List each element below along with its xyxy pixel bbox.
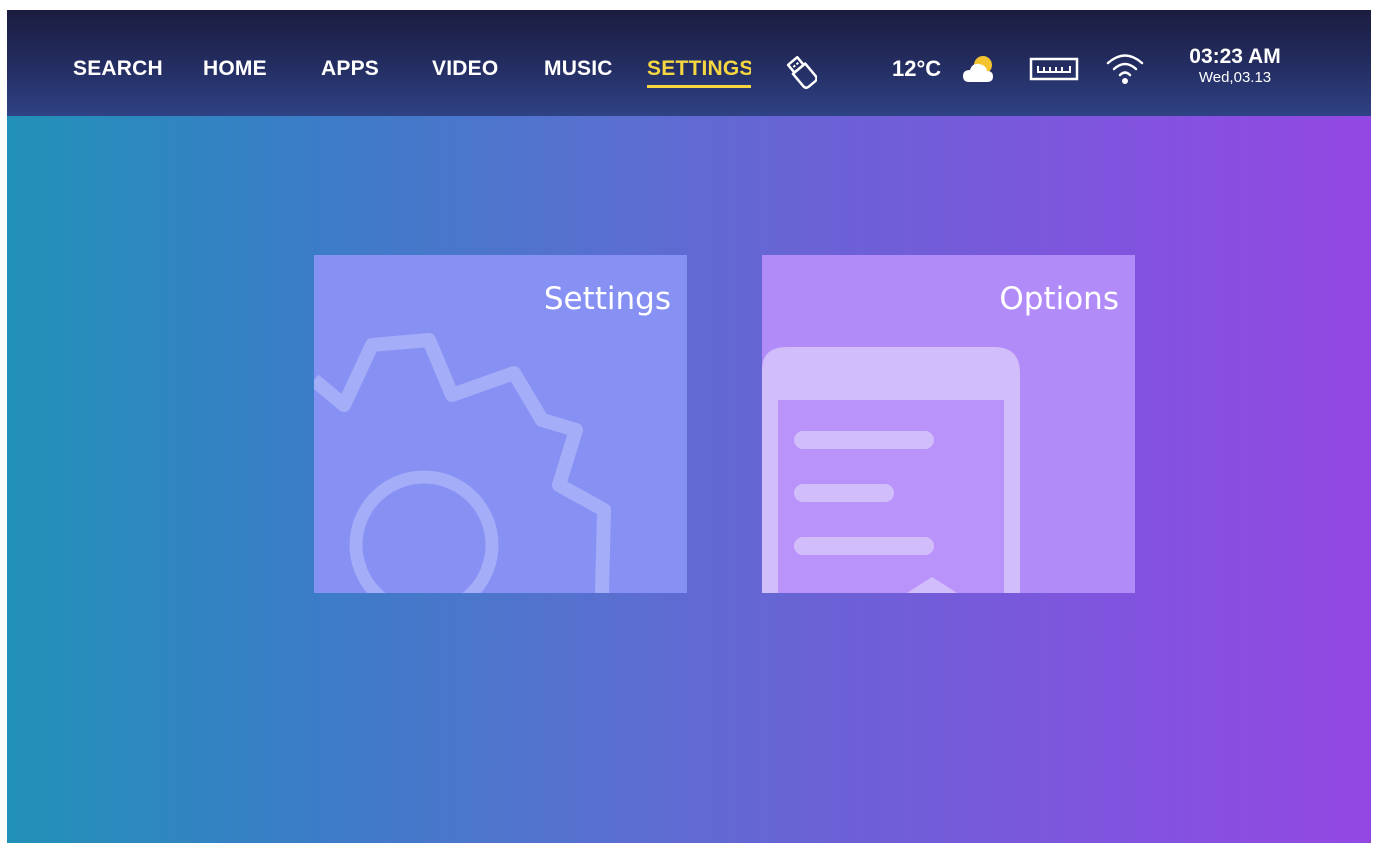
settings-tile[interactable]: Settings — [314, 255, 687, 593]
clock-date: Wed,03.13 — [1198, 69, 1272, 86]
launcher-screen: SEARCH HOME APPS VIDEO MUSIC SETTINGS 12… — [7, 10, 1371, 843]
settings-tile-title: Settings — [543, 281, 671, 317]
temperature: 12°C — [892, 56, 942, 81]
ethernet-port-icon — [1029, 57, 1079, 86]
nav-apps[interactable]: APPS — [321, 56, 379, 82]
wifi-icon — [1105, 48, 1145, 91]
options-tile[interactable]: Options — [762, 255, 1135, 593]
nav-video[interactable]: VIDEO — [432, 56, 498, 82]
clock-time: 03:23 AM — [1189, 45, 1281, 68]
nav-settings[interactable]: SETTINGS — [647, 56, 751, 82]
options-tile-title: Options — [999, 281, 1119, 317]
usb-drive-icon — [785, 52, 818, 95]
nav-music[interactable]: MUSIC — [544, 56, 613, 82]
partly-cloudy-icon — [961, 53, 1001, 90]
nav-active-underline — [647, 85, 751, 88]
nav-home[interactable]: HOME — [203, 56, 267, 82]
nav-search[interactable]: SEARCH — [73, 56, 163, 82]
